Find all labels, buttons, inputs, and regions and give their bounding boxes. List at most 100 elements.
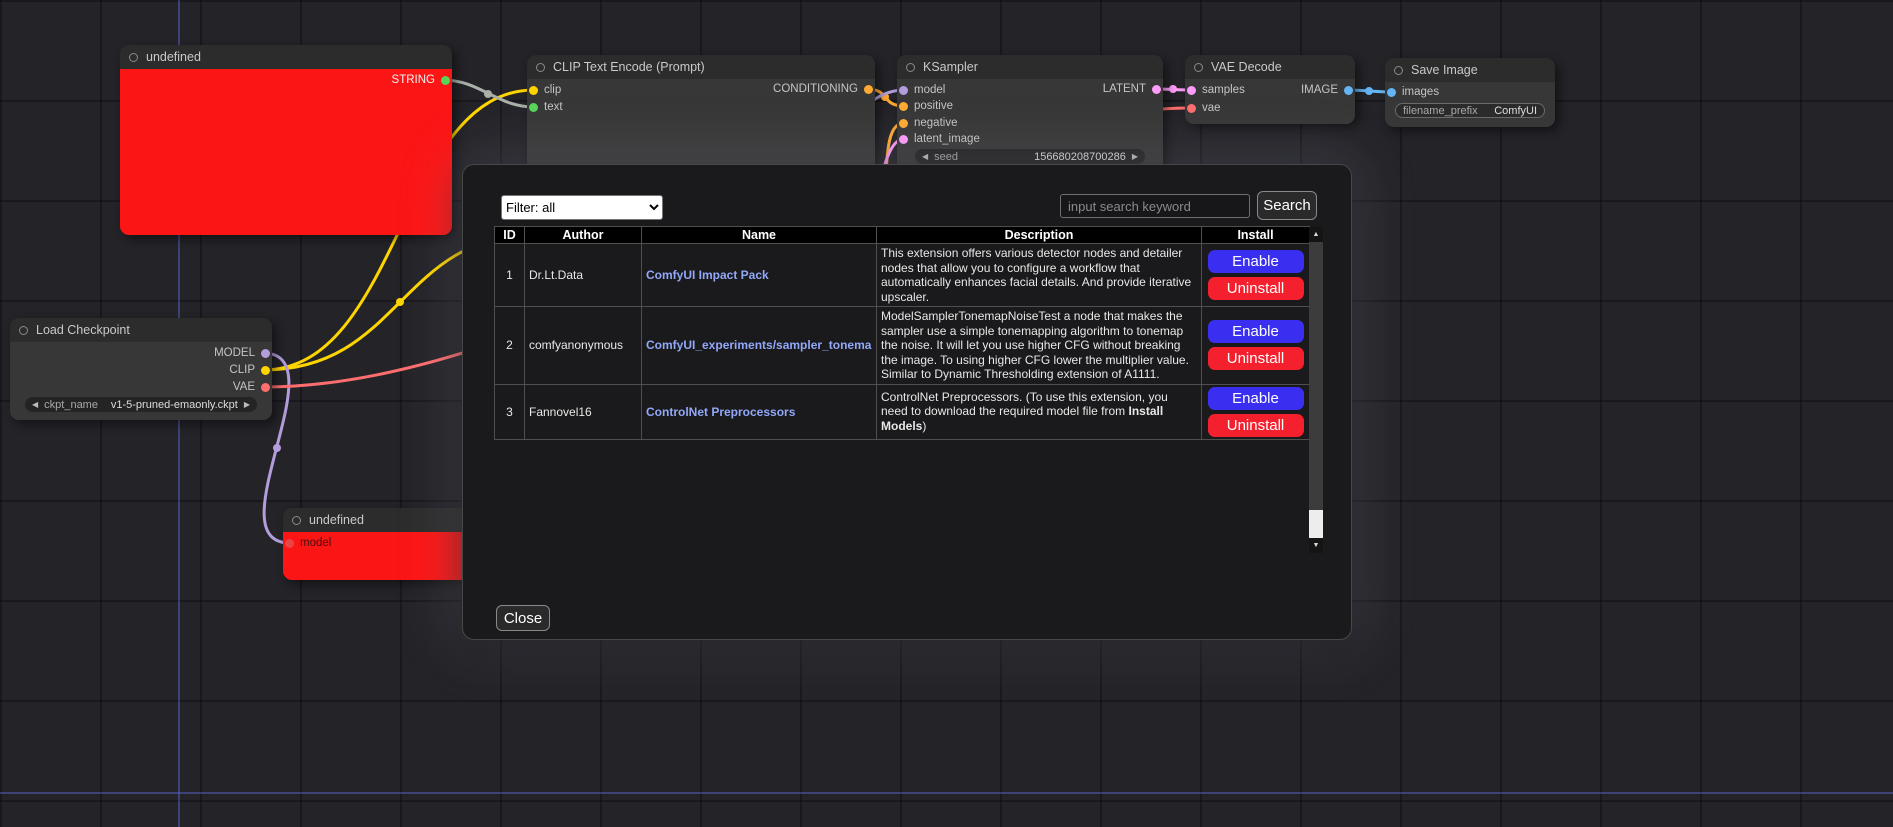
search-button[interactable]: Search [1257, 191, 1317, 220]
wire-model-midpoint-dot [273, 444, 281, 452]
slot-dot-images-icon[interactable] [1387, 88, 1396, 97]
table-row: 3 Fannovel16 ControlNet Preprocessors Co… [495, 384, 1310, 439]
filename-prefix-widget[interactable]: filename_prefix ComfyUI [1395, 103, 1545, 118]
input-slot-vae[interactable]: vae [1187, 100, 1221, 116]
row-author: Fannovel16 [525, 384, 642, 439]
header-author: Author [525, 227, 642, 244]
extension-link[interactable]: ControlNet Preprocessors [646, 405, 872, 419]
slot-dot-image-icon[interactable] [1344, 86, 1353, 95]
enable-button[interactable]: Enable [1208, 250, 1304, 273]
slot-dot-positive-icon[interactable] [899, 102, 908, 111]
enable-button[interactable]: Enable [1208, 320, 1304, 343]
search-input[interactable] [1060, 194, 1250, 218]
slot-dot-conditioning-icon[interactable] [864, 85, 873, 94]
wire-image-midpoint-dot [1365, 87, 1373, 95]
slot-dot-negative-icon[interactable] [899, 119, 908, 128]
input-slot-clip[interactable]: clip [529, 82, 561, 98]
collapse-dot-icon[interactable] [19, 326, 28, 335]
output-slot-clip[interactable]: CLIP [229, 362, 270, 378]
header-description: Description [877, 227, 1202, 244]
collapse-dot-icon[interactable] [906, 63, 915, 72]
header-install: Install [1202, 227, 1310, 244]
uninstall-button[interactable]: Uninstall [1208, 347, 1304, 370]
table-row: 1 Dr.Lt.Data ComfyUI Impact Pack This ex… [495, 244, 1310, 307]
wire-clip-2-midpoint-dot [396, 298, 404, 306]
extension-link[interactable]: ComfyUI Impact Pack [646, 268, 872, 282]
scroll-down-icon[interactable] [1309, 538, 1323, 553]
output-slot-conditioning[interactable]: CONDITIONING [773, 81, 873, 97]
scroll-up-icon[interactable] [1309, 227, 1323, 242]
node-undefined-top[interactable]: undefined STRING [120, 45, 452, 235]
increment-arrow-icon[interactable] [1132, 153, 1138, 161]
slot-dot-latent-icon[interactable] [1152, 85, 1161, 94]
input-slot-model[interactable]: model [285, 535, 331, 551]
output-slot-latent[interactable]: LATENT [1103, 81, 1161, 97]
input-slot-images[interactable]: images [1387, 84, 1439, 100]
collapse-dot-icon[interactable] [536, 63, 545, 72]
node-ksampler[interactable]: KSampler model positive negative latent_… [897, 55, 1163, 171]
decrement-arrow-icon[interactable] [922, 153, 928, 161]
slot-dot-latent-image-icon[interactable] [899, 135, 908, 144]
enable-button[interactable]: Enable [1208, 387, 1304, 410]
slot-dot-model-icon[interactable] [899, 86, 908, 95]
wire-latent-midpoint-dot [1169, 85, 1177, 93]
output-slot-model[interactable]: MODEL [214, 345, 270, 361]
output-slot-image[interactable]: IMAGE [1301, 82, 1353, 98]
node-title: Load Checkpoint [36, 323, 130, 337]
output-slot-vae[interactable]: VAE [233, 379, 270, 395]
wire-string-midpoint-dot [484, 90, 492, 98]
slot-dot-string-icon[interactable] [441, 76, 450, 85]
uninstall-button[interactable]: Uninstall [1208, 277, 1304, 300]
prev-arrow-icon[interactable] [32, 401, 38, 409]
table-scrollbar[interactable] [1309, 227, 1323, 553]
row-description: This extension offers various detector n… [877, 244, 1202, 307]
row-author: Dr.Lt.Data [525, 244, 642, 307]
node-save-image[interactable]: Save Image images filename_prefix ComfyU… [1385, 58, 1555, 127]
slot-dot-model-icon[interactable] [261, 349, 270, 358]
input-slot-negative[interactable]: negative [899, 115, 957, 131]
node-vae-decode[interactable]: VAE Decode samples vae IMAGE [1185, 55, 1355, 124]
row-description: ModelSamplerTonemapNoiseTest a node that… [877, 307, 1202, 385]
output-slot-string[interactable]: STRING [392, 72, 450, 88]
slot-dot-samples-icon[interactable] [1187, 86, 1196, 95]
custom-nodes-manager-dialog: Filter: all Search ID Author Name Descri… [462, 164, 1352, 640]
uninstall-button[interactable]: Uninstall [1208, 414, 1304, 437]
node-title: undefined [146, 50, 201, 64]
slot-dot-clip-icon[interactable] [261, 366, 270, 375]
next-arrow-icon[interactable] [244, 401, 250, 409]
close-button[interactable]: Close [496, 605, 550, 631]
table-header-row: ID Author Name Description Install [495, 227, 1310, 244]
row-description: ControlNet Preprocessors. (To use this e… [877, 384, 1202, 439]
table-row: 2 comfyanonymous ComfyUI_experiments/sam… [495, 307, 1310, 385]
slot-dot-model-icon[interactable] [285, 539, 294, 548]
seed-widget[interactable]: seed 156680208700286 [915, 149, 1145, 164]
node-title: CLIP Text Encode (Prompt) [553, 60, 705, 74]
input-slot-samples[interactable]: samples [1187, 82, 1245, 98]
collapse-dot-icon[interactable] [1394, 66, 1403, 75]
collapse-dot-icon[interactable] [292, 516, 301, 525]
slot-dot-vae-icon[interactable] [1187, 104, 1196, 113]
node-title: KSampler [923, 60, 978, 74]
slot-dot-clip-icon[interactable] [529, 86, 538, 95]
row-id: 1 [495, 244, 525, 307]
header-id: ID [495, 227, 525, 244]
extension-link[interactable]: ComfyUI_experiments/sampler_tonemap [646, 338, 872, 352]
collapse-dot-icon[interactable] [1194, 63, 1203, 72]
header-name: Name [642, 227, 877, 244]
input-slot-positive[interactable]: positive [899, 98, 953, 114]
ckpt-name-widget[interactable]: ckpt_name v1-5-pruned-emaonly.ckpt [25, 397, 257, 412]
extensions-table: ID Author Name Description Install 1 Dr.… [494, 226, 1310, 440]
collapse-dot-icon[interactable] [129, 53, 138, 62]
input-slot-model[interactable]: model [899, 82, 945, 98]
node-title: VAE Decode [1211, 60, 1282, 74]
filter-select[interactable]: Filter: all [501, 195, 663, 220]
input-slot-latent-image[interactable]: latent_image [899, 131, 980, 147]
row-id: 3 [495, 384, 525, 439]
slot-dot-vae-icon[interactable] [261, 383, 270, 392]
input-slot-text[interactable]: text [529, 99, 563, 115]
node-title: undefined [309, 513, 364, 527]
node-title: Save Image [1411, 63, 1478, 77]
node-load-checkpoint[interactable]: Load Checkpoint MODEL CLIP VAE ckpt_name… [10, 318, 272, 420]
scrollbar-thumb[interactable] [1309, 242, 1323, 510]
slot-dot-text-icon[interactable] [529, 103, 538, 112]
